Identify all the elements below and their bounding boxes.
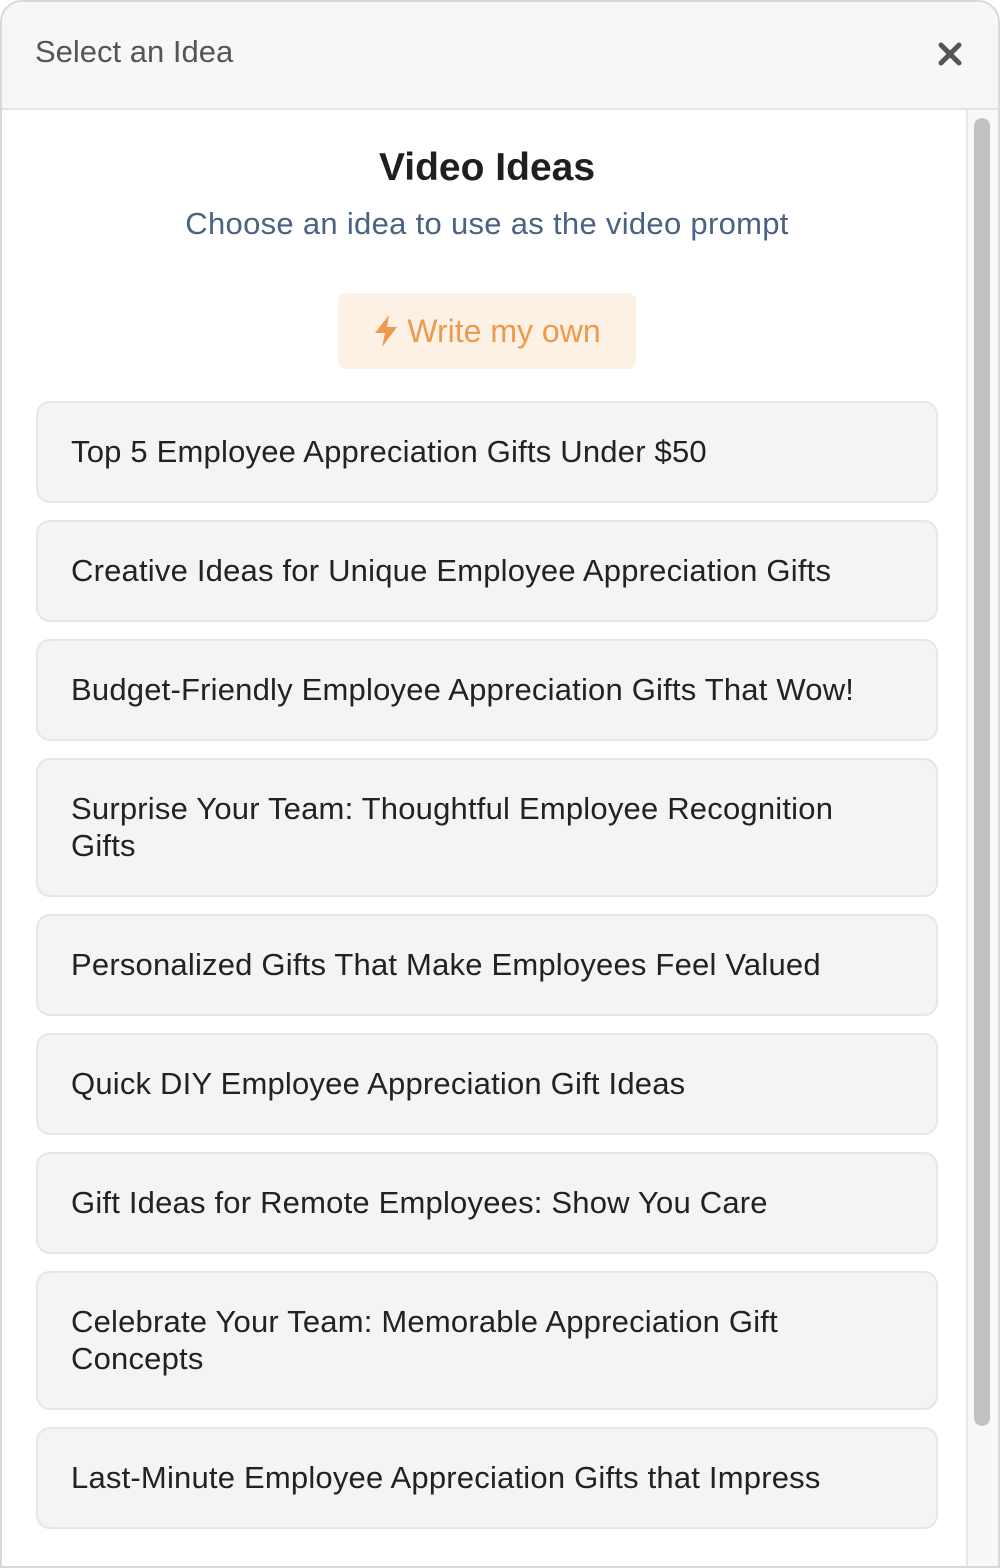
idea-item[interactable]: Gift Ideas for Remote Employees: Show Yo… (36, 1152, 938, 1254)
scrollbar[interactable] (966, 110, 998, 1566)
idea-item[interactable]: Top 5 Employee Appreciation Gifts Under … (36, 401, 938, 503)
idea-item[interactable]: Creative Ideas for Unique Employee Appre… (36, 520, 938, 622)
write-my-own-button[interactable]: Write my own (338, 293, 636, 369)
page-title: Video Ideas (378, 146, 596, 189)
idea-list: Top 5 Employee Appreciation Gifts Under … (36, 401, 938, 1546)
close-button[interactable] (930, 36, 970, 76)
idea-item[interactable]: Personalized Gifts That Make Employees F… (36, 914, 938, 1016)
idea-item[interactable]: Last-Minute Employee Appreciation Gifts … (36, 1427, 938, 1529)
close-icon (937, 41, 963, 72)
dialog-body: Video Ideas Choose an idea to use as the… (2, 110, 968, 1566)
idea-item[interactable]: Quick DIY Employee Appreciation Gift Ide… (36, 1033, 938, 1135)
page-subtitle: Choose an idea to use as the video promp… (185, 206, 789, 241)
dialog-header: Select an Idea (2, 2, 998, 110)
bolt-icon (373, 314, 399, 348)
idea-item[interactable]: Surprise Your Team: Thoughtful Employee … (36, 758, 938, 897)
dialog-title: Select an Idea (35, 34, 234, 69)
idea-item[interactable]: Budget-Friendly Employee Appreciation Gi… (36, 639, 938, 741)
scrollbar-thumb[interactable] (974, 118, 990, 1426)
select-idea-dialog: Select an Idea Video Ideas Choose an ide… (0, 0, 1000, 1568)
write-my-own-label: Write my own (407, 312, 601, 349)
idea-item[interactable]: Celebrate Your Team: Memorable Appreciat… (36, 1271, 938, 1410)
